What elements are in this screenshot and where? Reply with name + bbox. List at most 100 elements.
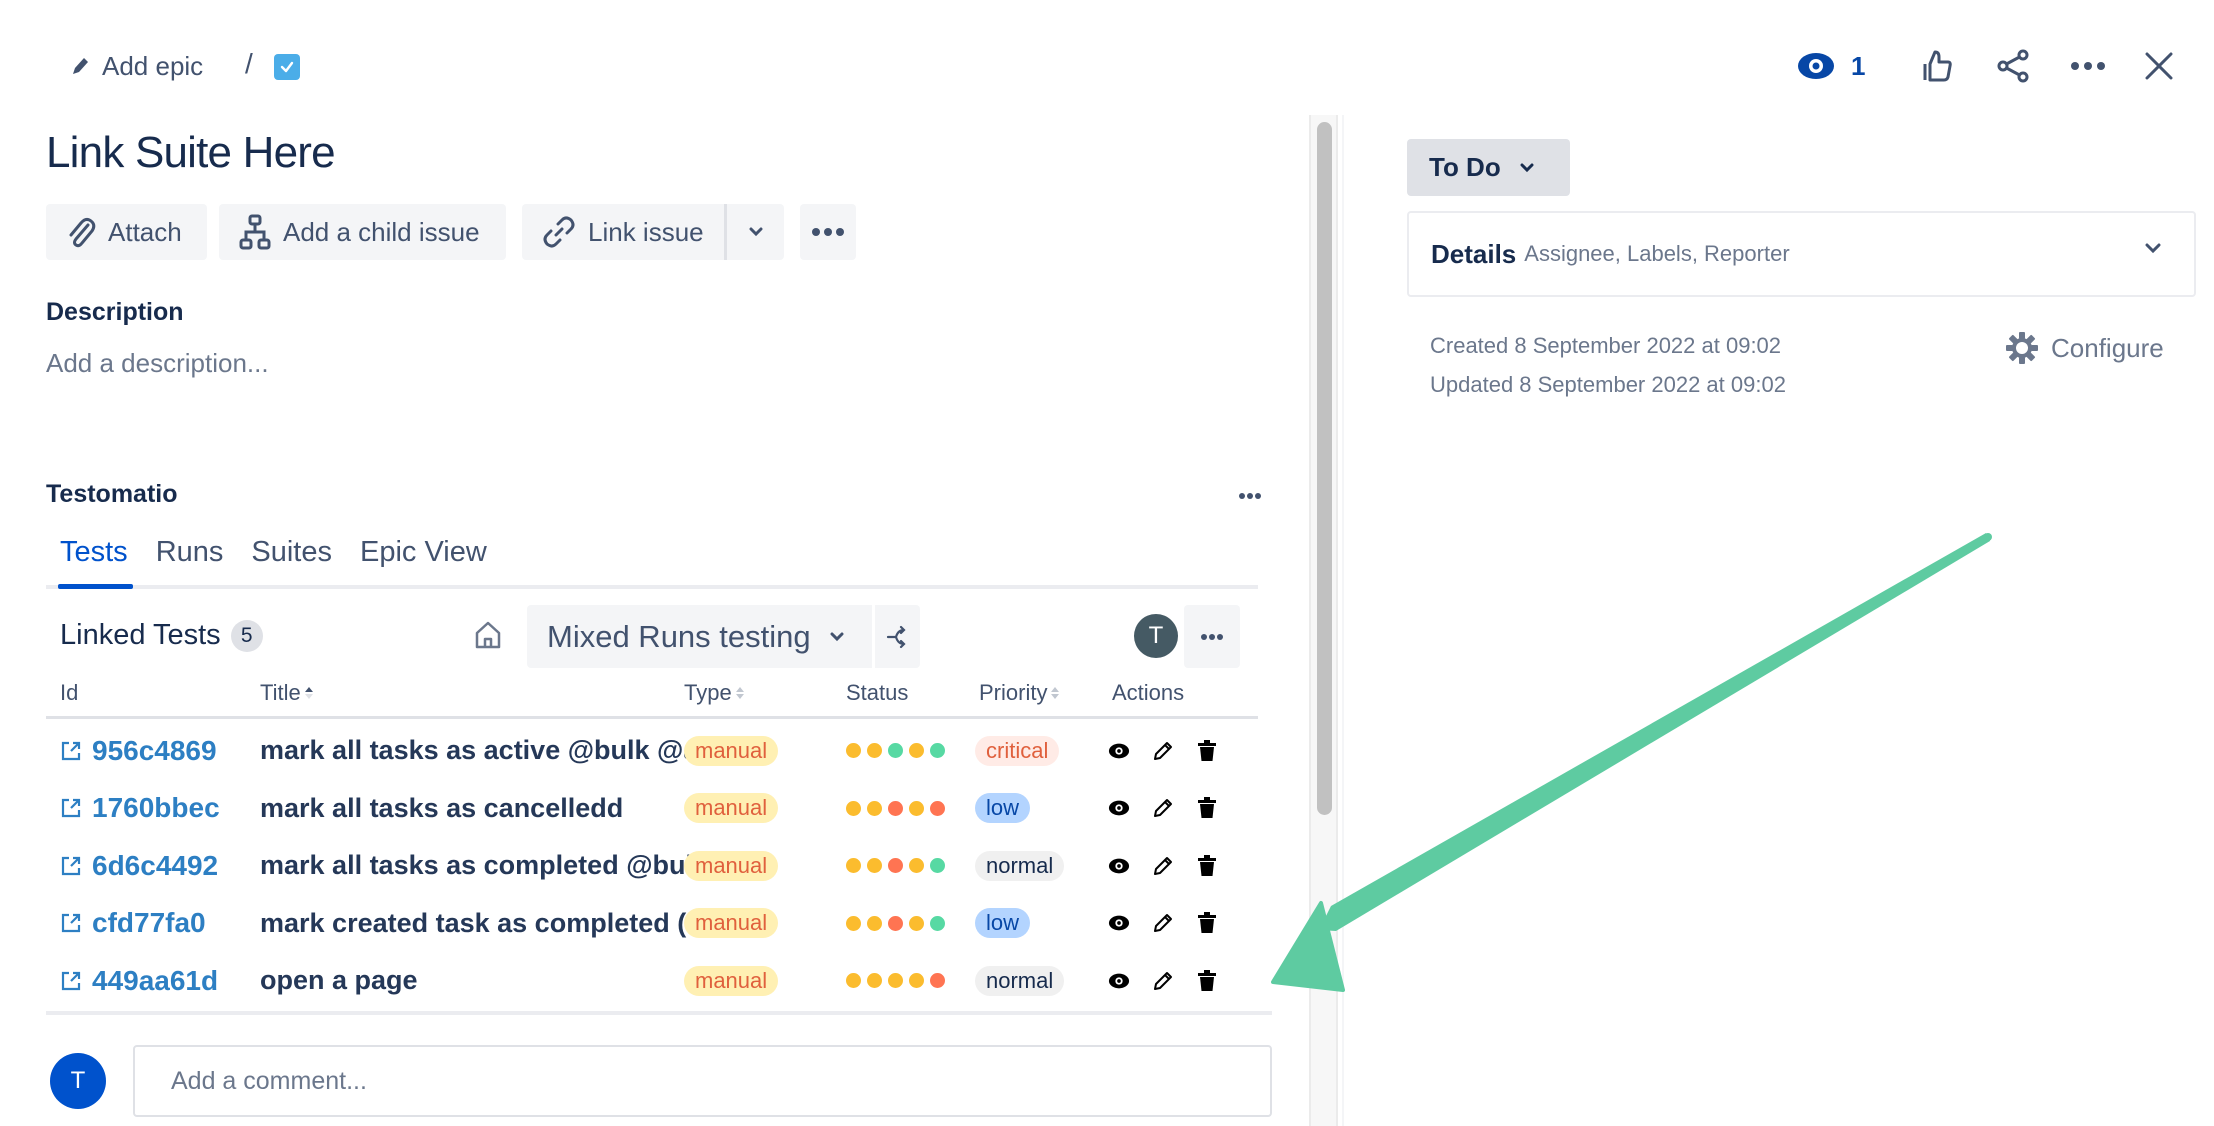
user-avatar[interactable]: T <box>1134 614 1178 658</box>
home-icon <box>474 620 502 650</box>
run-selector-dropdown[interactable]: Mixed Runs testing <box>527 605 872 668</box>
edit-icon[interactable] <box>1152 855 1174 877</box>
table-row[interactable]: 956c4869 mark all tasks as active @bulk @… <box>46 722 1258 779</box>
tab-tests[interactable]: Tests <box>46 536 142 584</box>
edit-icon[interactable] <box>1152 797 1174 819</box>
column-id-label: Id <box>60 680 79 705</box>
column-status-label: Status <box>846 680 909 705</box>
delete-icon[interactable] <box>1196 739 1218 762</box>
link-issue-label: Link issue <box>588 216 704 247</box>
column-actions-label: Actions <box>1112 680 1185 705</box>
edit-icon[interactable] <box>1152 740 1174 762</box>
view-icon[interactable] <box>1108 797 1130 819</box>
view-icon[interactable] <box>1108 970 1130 992</box>
test-priority: normal <box>975 837 1065 894</box>
link-icon <box>542 215 576 249</box>
link-issue-button[interactable]: Link issue <box>522 204 724 260</box>
run-selector-value: Mixed Runs testing <box>547 618 811 654</box>
more-issue-actions-button[interactable] <box>800 204 856 260</box>
share-button[interactable] <box>1993 46 2033 86</box>
more-actions-button[interactable] <box>2068 46 2108 86</box>
column-priority-label: Priority <box>979 680 1048 705</box>
table-header-divider <box>46 716 1258 719</box>
created-date: Created 8 September 2022 at 09:02 <box>1430 333 1782 358</box>
column-header-title[interactable]: Title <box>260 680 314 706</box>
column-title-label: Title <box>260 680 301 705</box>
test-title[interactable]: mark created task as completed ( <box>260 895 720 952</box>
test-actions <box>1108 895 1218 952</box>
test-title[interactable]: mark all tasks as active @bulk @a <box>260 722 720 779</box>
pencil-icon <box>70 55 90 77</box>
status-dot-yellow <box>867 973 882 988</box>
priority-badge: low <box>975 793 1031 823</box>
add-epic-button[interactable]: Add epic <box>70 48 203 84</box>
issue-title[interactable]: Link Suite Here <box>46 128 336 178</box>
branch-button[interactable] <box>875 605 920 668</box>
priority-badge: normal <box>975 850 1065 881</box>
testomatio-more-button[interactable] <box>1238 492 1262 500</box>
test-id-link[interactable]: 449aa61d <box>60 952 218 1009</box>
test-actions <box>1108 952 1218 1009</box>
view-icon[interactable] <box>1108 912 1130 934</box>
tab-suites[interactable]: Suites <box>237 536 346 584</box>
status-dropdown[interactable]: To Do <box>1407 139 1570 196</box>
column-header-actions: Actions <box>1112 680 1184 706</box>
edit-icon[interactable] <box>1152 912 1174 934</box>
test-title[interactable]: open a page <box>260 952 720 1009</box>
close-button[interactable] <box>2139 46 2179 86</box>
tabs-divider <box>46 585 1258 589</box>
more-icon <box>1238 492 1262 500</box>
table-row[interactable]: 6d6c4492 mark all tasks as completed @bul… <box>46 837 1258 894</box>
test-title[interactable]: mark all tasks as cancelledd <box>260 780 720 837</box>
comment-input[interactable]: Add a comment... <box>133 1045 1272 1117</box>
priority-badge: critical <box>975 735 1060 766</box>
column-header-priority[interactable]: Priority <box>979 680 1060 706</box>
delete-icon[interactable] <box>1196 912 1218 934</box>
arrow-shaft <box>1319 533 1990 931</box>
test-id: 956c4869 <box>92 734 217 766</box>
external-link-icon <box>60 855 82 877</box>
type-badge: manual <box>684 965 779 996</box>
checkbox-task-icon[interactable] <box>274 54 300 80</box>
test-priority: normal <box>975 952 1065 1009</box>
add-child-issue-button[interactable]: Add a child issue <box>219 204 506 260</box>
description-input[interactable]: Add a description... <box>46 348 269 379</box>
table-row[interactable]: 1760bbec mark all tasks as cancelledd manu… <box>46 780 1258 837</box>
test-title[interactable]: mark all tasks as completed @bul <box>260 837 720 894</box>
thumbs-up-icon <box>1920 49 1954 83</box>
test-id: 6d6c4492 <box>92 849 219 881</box>
test-id-link[interactable]: 956c4869 <box>60 722 217 779</box>
add-child-issue-label: Add a child issue <box>283 216 480 247</box>
view-icon[interactable] <box>1108 855 1130 877</box>
attach-button[interactable]: Attach <box>46 204 207 260</box>
status-dot-green <box>930 743 945 758</box>
branch-icon <box>886 625 910 649</box>
status-dot-green <box>888 743 903 758</box>
configure-button[interactable]: Configure <box>2005 330 2164 366</box>
tab-epic-view[interactable]: Epic View <box>346 536 501 584</box>
delete-icon[interactable] <box>1196 797 1218 819</box>
tab-runs[interactable]: Runs <box>142 536 238 584</box>
test-id-link[interactable]: 1760bbec <box>60 780 220 837</box>
scrollbar-thumb[interactable] <box>1317 122 1332 815</box>
delete-icon[interactable] <box>1196 854 1218 877</box>
column-header-type[interactable]: Type <box>684 680 745 706</box>
test-actions <box>1108 837 1218 894</box>
table-row[interactable]: 449aa61d open a page manual normal <box>46 952 1258 1009</box>
details-panel[interactable]: Details Assignee, Labels, Reporter <box>1407 211 2196 297</box>
delete-icon[interactable] <box>1196 969 1218 992</box>
edit-icon[interactable] <box>1152 970 1174 992</box>
attach-label: Attach <box>108 216 182 247</box>
like-button[interactable] <box>1917 46 1957 86</box>
link-issue-dropdown[interactable] <box>727 204 784 260</box>
watch-button[interactable]: 1 <box>1797 48 1865 84</box>
testomatio-title: Testomatio <box>46 480 178 508</box>
home-button[interactable] <box>474 620 502 650</box>
test-id-link[interactable]: cfd77fa0 <box>60 895 206 952</box>
linked-tests-more-button[interactable] <box>1184 605 1240 668</box>
view-icon[interactable] <box>1108 740 1130 762</box>
table-row[interactable]: cfd77fa0 mark created task as completed (… <box>46 895 1258 952</box>
test-id-link[interactable]: 6d6c4492 <box>60 837 218 894</box>
status-dot-red <box>888 800 903 816</box>
active-tab-indicator <box>58 584 133 589</box>
